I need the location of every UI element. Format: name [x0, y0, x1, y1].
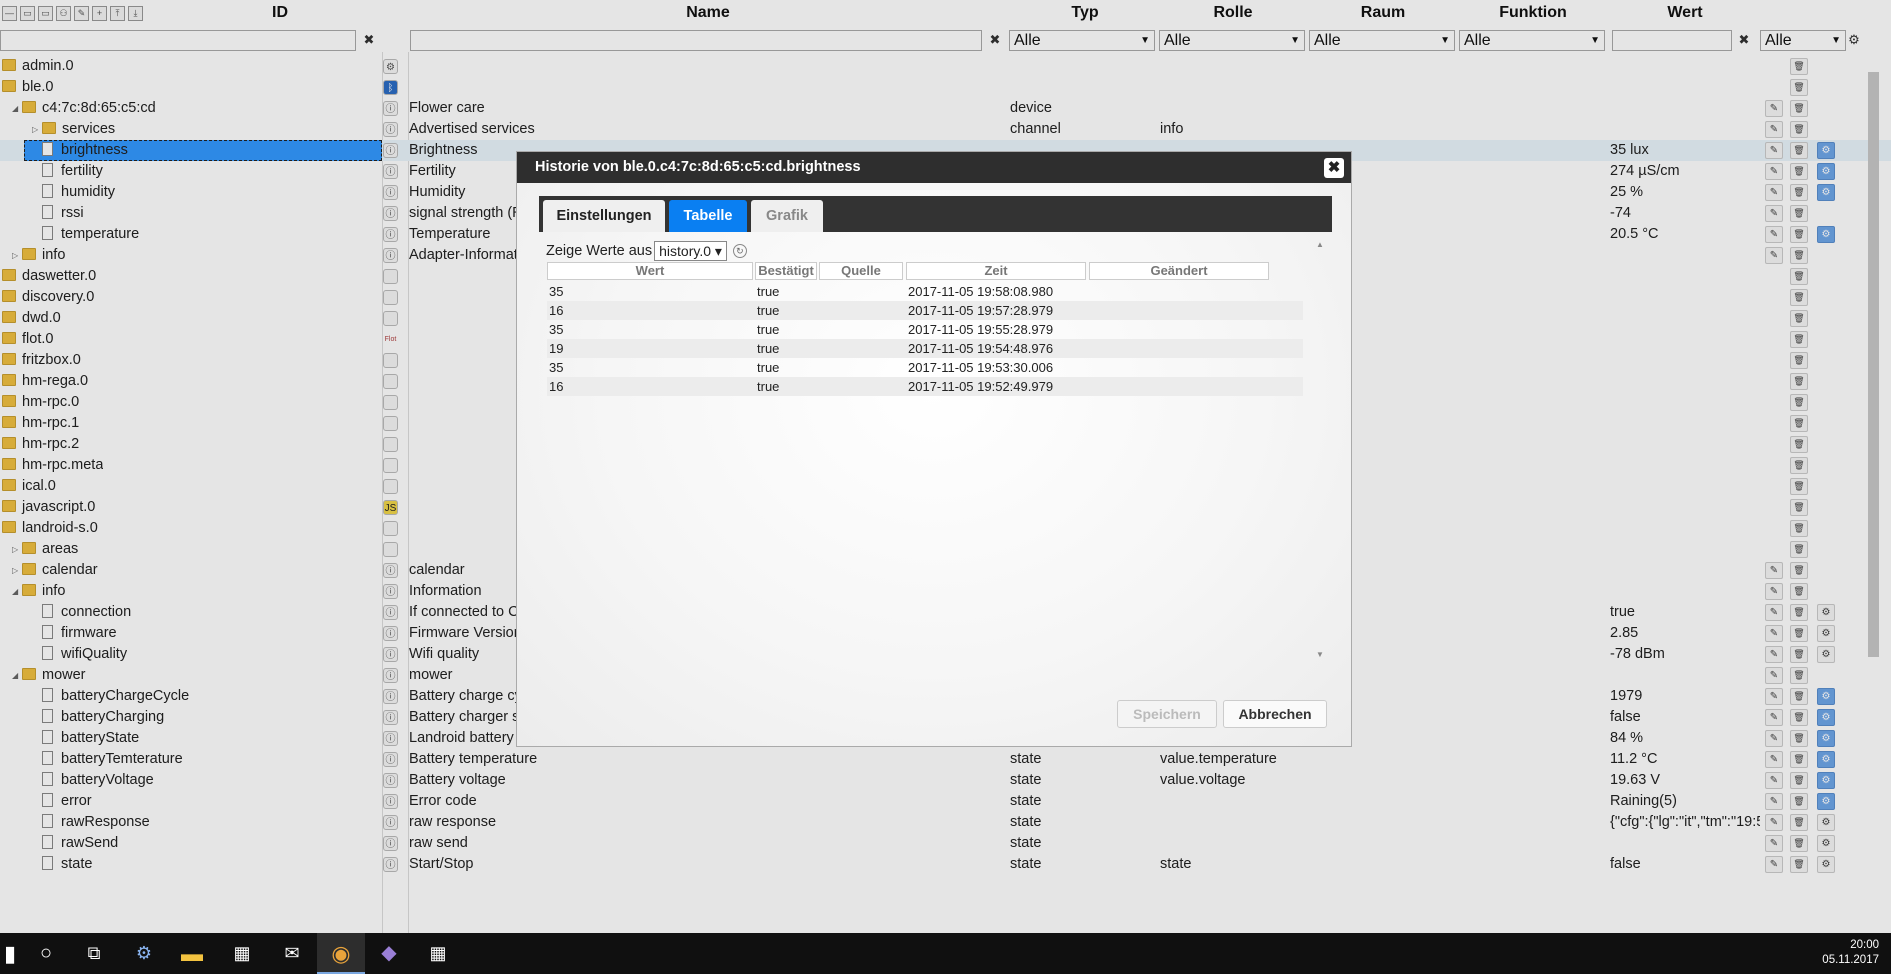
table-cell-bestaetigt: true	[757, 360, 780, 375]
history-source-row: Zeige Werte aus history.0 ▾ ↻	[546, 241, 747, 261]
dialog-title: Historie von ble.0.c4:7c:8d:65:c5:cd.bri…	[517, 152, 1351, 183]
close-icon[interactable]: ✖	[1324, 158, 1344, 178]
history-dialog: Historie von ble.0.c4:7c:8d:65:c5:cd.bri…	[516, 151, 1352, 747]
table-cell-zeit: 2017-11-05 19:58:08.980	[908, 284, 1054, 299]
table-cell-wert: 35	[549, 284, 564, 299]
cortana-icon[interactable]: ○	[22, 933, 70, 974]
table-cell-wert: 19	[549, 341, 564, 356]
table-cell-wert: 35	[549, 360, 564, 375]
taskbar: ▮ ○ ⧉ ⚙ ▬ ▦ ✉ ◉ ◆ ▦ 20:00 05.11.2017	[0, 933, 1891, 974]
table-cell-bestaetigt: true	[757, 303, 780, 318]
table-cell-bestaetigt: true	[757, 379, 780, 394]
table-cell-bestaetigt: true	[757, 341, 780, 356]
tab-einstellungen[interactable]: Einstellungen	[543, 200, 665, 232]
table-cell-wert: 16	[549, 303, 564, 318]
table-cell-zeit: 2017-11-05 19:55:28.979	[908, 322, 1054, 337]
th-zeit[interactable]: Zeit	[906, 262, 1086, 280]
history-instance-select[interactable]: history.0 ▾	[654, 241, 727, 261]
th-quelle[interactable]: Quelle	[819, 262, 903, 280]
visual-studio-icon[interactable]: ◆	[365, 933, 413, 974]
chrome-icon[interactable]: ◉	[317, 933, 365, 974]
tab-bar: Einstellungen Tabelle Grafik	[539, 196, 1332, 232]
mail-icon[interactable]: ✉	[268, 933, 316, 974]
cancel-button[interactable]: Abbrechen	[1223, 700, 1327, 728]
table-cell-bestaetigt: true	[757, 284, 780, 299]
table-cell-wert: 35	[549, 322, 564, 337]
refresh-icon[interactable]: ↻	[732, 244, 747, 258]
task-view-icon[interactable]: ⧉	[70, 933, 118, 974]
table-cell-zeit: 2017-11-05 19:54:48.976	[908, 341, 1054, 356]
table-cell-wert: 16	[549, 379, 564, 394]
th-geaendert[interactable]: Geändert	[1089, 262, 1269, 280]
scroll-down-icon[interactable]: ▼	[1316, 650, 1324, 659]
table-cell-zeit: 2017-11-05 19:52:49.979	[908, 379, 1054, 394]
object-browser: — ▭ ▭ ⚇ ✎ + ⤒ ⤓ ID Name Typ Rolle Raum F…	[0, 0, 1891, 933]
system-clock[interactable]: 20:00 05.11.2017	[1822, 938, 1879, 968]
show-values-label: Zeige Werte aus	[546, 243, 653, 259]
table-cell-zeit: 2017-11-05 19:53:30.006	[908, 360, 1054, 375]
tab-grafik[interactable]: Grafik	[751, 200, 823, 232]
table-cell-zeit: 2017-11-05 19:57:28.979	[908, 303, 1054, 318]
clock-date: 05.11.2017	[1822, 954, 1879, 966]
tab-tabelle[interactable]: Tabelle	[669, 200, 747, 232]
calculator-icon[interactable]: ▦	[414, 933, 462, 974]
network-app-icon[interactable]: ⚙	[120, 933, 168, 974]
store-icon[interactable]: ▦	[218, 933, 266, 974]
file-explorer-icon[interactable]: ▬	[168, 933, 216, 974]
table-cell-bestaetigt: true	[757, 322, 780, 337]
clock-time: 20:00	[1850, 939, 1879, 951]
scroll-up-icon[interactable]: ▲	[1316, 240, 1324, 249]
th-bestaetigt[interactable]: Bestätigt	[755, 262, 817, 280]
th-wert[interactable]: Wert	[547, 262, 753, 280]
save-button[interactable]: Speichern	[1117, 700, 1217, 728]
